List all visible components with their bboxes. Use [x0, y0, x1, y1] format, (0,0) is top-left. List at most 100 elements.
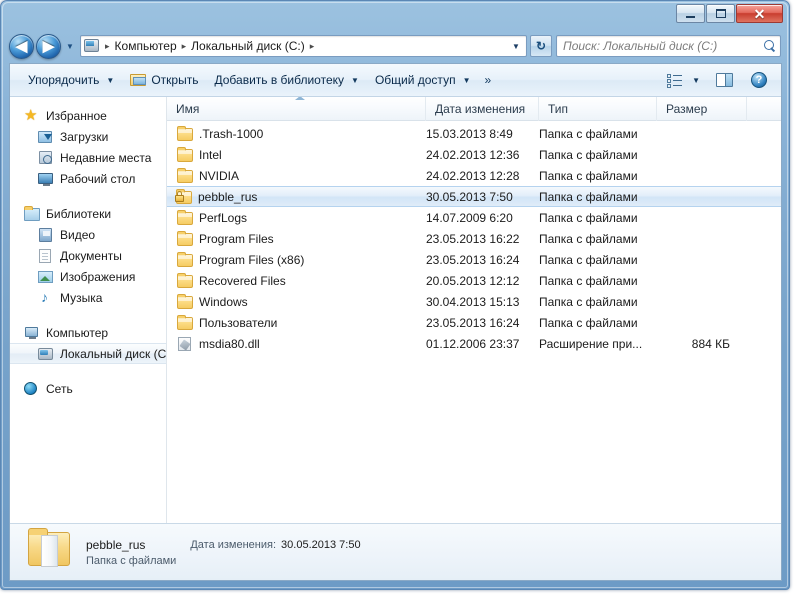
- documents-icon: [38, 248, 54, 264]
- nav-group-libraries: Библиотеки Видео Документы Изображения ♪…: [10, 203, 166, 308]
- table-row[interactable]: Program Files 23.05.2013 16:22 Папка с ф…: [167, 228, 781, 249]
- minimize-icon: [686, 15, 695, 18]
- sidebar-item-pictures[interactable]: Изображения: [10, 266, 166, 287]
- breadcrumb[interactable]: ▸ Компьютер ▸ Локальный диск (C:) ▸ ▼: [80, 35, 527, 57]
- title-bar: ✕: [1, 1, 789, 29]
- maximize-button[interactable]: [706, 4, 735, 23]
- sidebar-item-computer[interactable]: Компьютер: [10, 322, 166, 343]
- add-to-library-button[interactable]: Добавить в библиотеку ▼: [206, 69, 366, 91]
- table-row[interactable]: msdia80.dll 01.12.2006 23:37 Расширение …: [167, 333, 781, 354]
- details-type: Папка с файлами: [86, 554, 177, 567]
- breadcrumb-separator-0: ▸: [105, 40, 110, 51]
- table-row[interactable]: .Trash-1000 15.03.2013 8:49 Папка с файл…: [167, 123, 781, 144]
- back-button[interactable]: ◀: [9, 33, 34, 59]
- table-row[interactable]: pebble_rus 30.05.2013 7:50 Папка с файла…: [167, 186, 781, 207]
- toolbar-overflow-button[interactable]: »: [478, 69, 496, 91]
- sidebar-item-downloads[interactable]: Загрузки: [10, 126, 166, 147]
- sidebar-item-music[interactable]: ♪ Музыка: [10, 287, 166, 308]
- file-name: .Trash-1000: [199, 126, 264, 141]
- preview-pane-icon: [716, 73, 733, 87]
- local-disk-icon: [84, 38, 100, 54]
- sidebar-item-libraries[interactable]: Библиотеки: [10, 203, 166, 224]
- file-name-cell: Intel: [167, 146, 426, 163]
- details-pane: pebble_rus Папка с файлами Дата изменени…: [10, 523, 781, 580]
- overflow-icon: »: [484, 73, 491, 87]
- sidebar-item-favorites[interactable]: ★ Избранное: [10, 105, 166, 126]
- file-name: Recovered Files: [199, 273, 286, 288]
- file-name-cell: .Trash-1000: [167, 125, 426, 142]
- open-folder-icon: [130, 72, 147, 88]
- file-date: 14.07.2009 6:20: [426, 210, 513, 225]
- file-name-cell: Windows: [167, 293, 426, 310]
- table-row[interactable]: PerfLogs 14.07.2009 6:20 Папка с файлами: [167, 207, 781, 228]
- breadcrumb-item-computer[interactable]: Компьютер: [112, 38, 180, 54]
- column-header-filler: [747, 97, 781, 121]
- nav-gap: [10, 310, 166, 322]
- sidebar-item-network[interactable]: Сеть: [10, 378, 166, 399]
- address-dropdown-button[interactable]: ▼: [508, 36, 524, 56]
- sort-ascending-icon: [295, 96, 305, 100]
- file-list[interactable]: .Trash-1000 15.03.2013 8:49 Папка с файл…: [167, 121, 781, 523]
- file-type: Папка с файлами: [539, 252, 638, 267]
- table-row[interactable]: NVIDIA 24.02.2013 12:28 Папка с файлами: [167, 165, 781, 186]
- folder-icon: [177, 167, 193, 184]
- share-label: Общий доступ: [374, 73, 456, 87]
- change-view-dropdown-button[interactable]: ▼: [686, 73, 704, 88]
- table-row[interactable]: Recovered Files 20.05.2013 12:12 Папка с…: [167, 270, 781, 291]
- change-view-button[interactable]: [663, 71, 686, 90]
- maximize-icon: [715, 9, 726, 18]
- sidebar-item-local-disk[interactable]: Локальный диск (C: [10, 343, 166, 364]
- breadcrumb-item-local-disk[interactable]: Локальный диск (C:): [188, 38, 308, 54]
- file-name: Windows: [199, 294, 248, 309]
- command-bar: Упорядочить ▼ Открыть Добавить в библиот…: [10, 64, 781, 97]
- file-date: 30.04.2013 15:13: [426, 294, 520, 309]
- sidebar-item-documents[interactable]: Документы: [10, 245, 166, 266]
- sidebar-item-label: Документы: [60, 248, 122, 263]
- file-date: 15.03.2013 8:49: [426, 126, 513, 141]
- forward-button[interactable]: ▶: [36, 33, 61, 59]
- column-header-type[interactable]: Тип: [539, 96, 657, 121]
- open-button[interactable]: Открыть: [122, 68, 206, 92]
- sidebar-item-desktop[interactable]: Рабочий стол: [10, 168, 166, 189]
- back-arrow-icon: ◀: [15, 37, 28, 55]
- table-row[interactable]: Windows 30.04.2013 15:13 Папка с файлами: [167, 291, 781, 312]
- preview-pane-button[interactable]: [712, 70, 737, 90]
- file-date: 20.05.2013 12:12: [426, 273, 520, 288]
- sidebar-item-video[interactable]: Видео: [10, 224, 166, 245]
- help-button[interactable]: ?: [747, 69, 771, 91]
- search-icon[interactable]: [764, 40, 776, 52]
- table-row[interactable]: Пользователи 23.05.2013 16:24 Папка с фа…: [167, 312, 781, 333]
- refresh-button[interactable]: ↻: [530, 35, 552, 57]
- recent-pages-button[interactable]: ▼: [64, 42, 76, 51]
- dll-icon: [177, 336, 193, 352]
- file-date: 23.05.2013 16:24: [426, 252, 520, 267]
- file-name-cell: NVIDIA: [167, 167, 426, 184]
- navigation-pane[interactable]: ★ Избранное Загрузки Недавние места Рабо…: [10, 97, 167, 523]
- organize-button[interactable]: Упорядочить ▼: [20, 69, 122, 91]
- column-header-size[interactable]: Размер: [657, 96, 747, 121]
- recent-places-icon: [38, 150, 54, 166]
- share-button[interactable]: Общий доступ ▼: [367, 69, 479, 91]
- column-header-label: Тип: [548, 101, 569, 116]
- minimize-button[interactable]: [676, 4, 705, 23]
- breadcrumb-separator-1[interactable]: ▸: [180, 41, 189, 52]
- folder-icon-large: [28, 528, 72, 572]
- locked-folder-icon: [175, 188, 192, 205]
- details-metadata: Дата изменения: 30.05.2013 7:50: [190, 539, 360, 565]
- close-button[interactable]: ✕: [736, 4, 783, 23]
- file-date: 24.02.2013 12:36: [426, 147, 520, 162]
- chevron-down-icon: ▼: [512, 41, 520, 51]
- column-header-date[interactable]: Дата изменения: [426, 96, 539, 121]
- breadcrumb-separator-2[interactable]: ▸: [308, 41, 317, 52]
- file-name: Intel: [199, 147, 222, 162]
- sidebar-item-recent-places[interactable]: Недавние места: [10, 147, 166, 168]
- organize-label: Упорядочить: [28, 73, 100, 87]
- table-row[interactable]: Program Files (x86) 23.05.2013 16:24 Пап…: [167, 249, 781, 270]
- table-row[interactable]: Intel 24.02.2013 12:36 Папка с файлами: [167, 144, 781, 165]
- search-input[interactable]: Поиск: Локальный диск (C:): [556, 35, 781, 57]
- sidebar-item-label: Музыка: [60, 290, 103, 305]
- explorer-window: ✕ ◀ ▶ ▼ ▸ Компьютер ▸ Локальный диск (C:…: [0, 0, 790, 590]
- column-header-name[interactable]: Имя: [167, 96, 426, 121]
- sidebar-item-label: Компьютер: [46, 325, 109, 340]
- folder-icon: [177, 314, 193, 331]
